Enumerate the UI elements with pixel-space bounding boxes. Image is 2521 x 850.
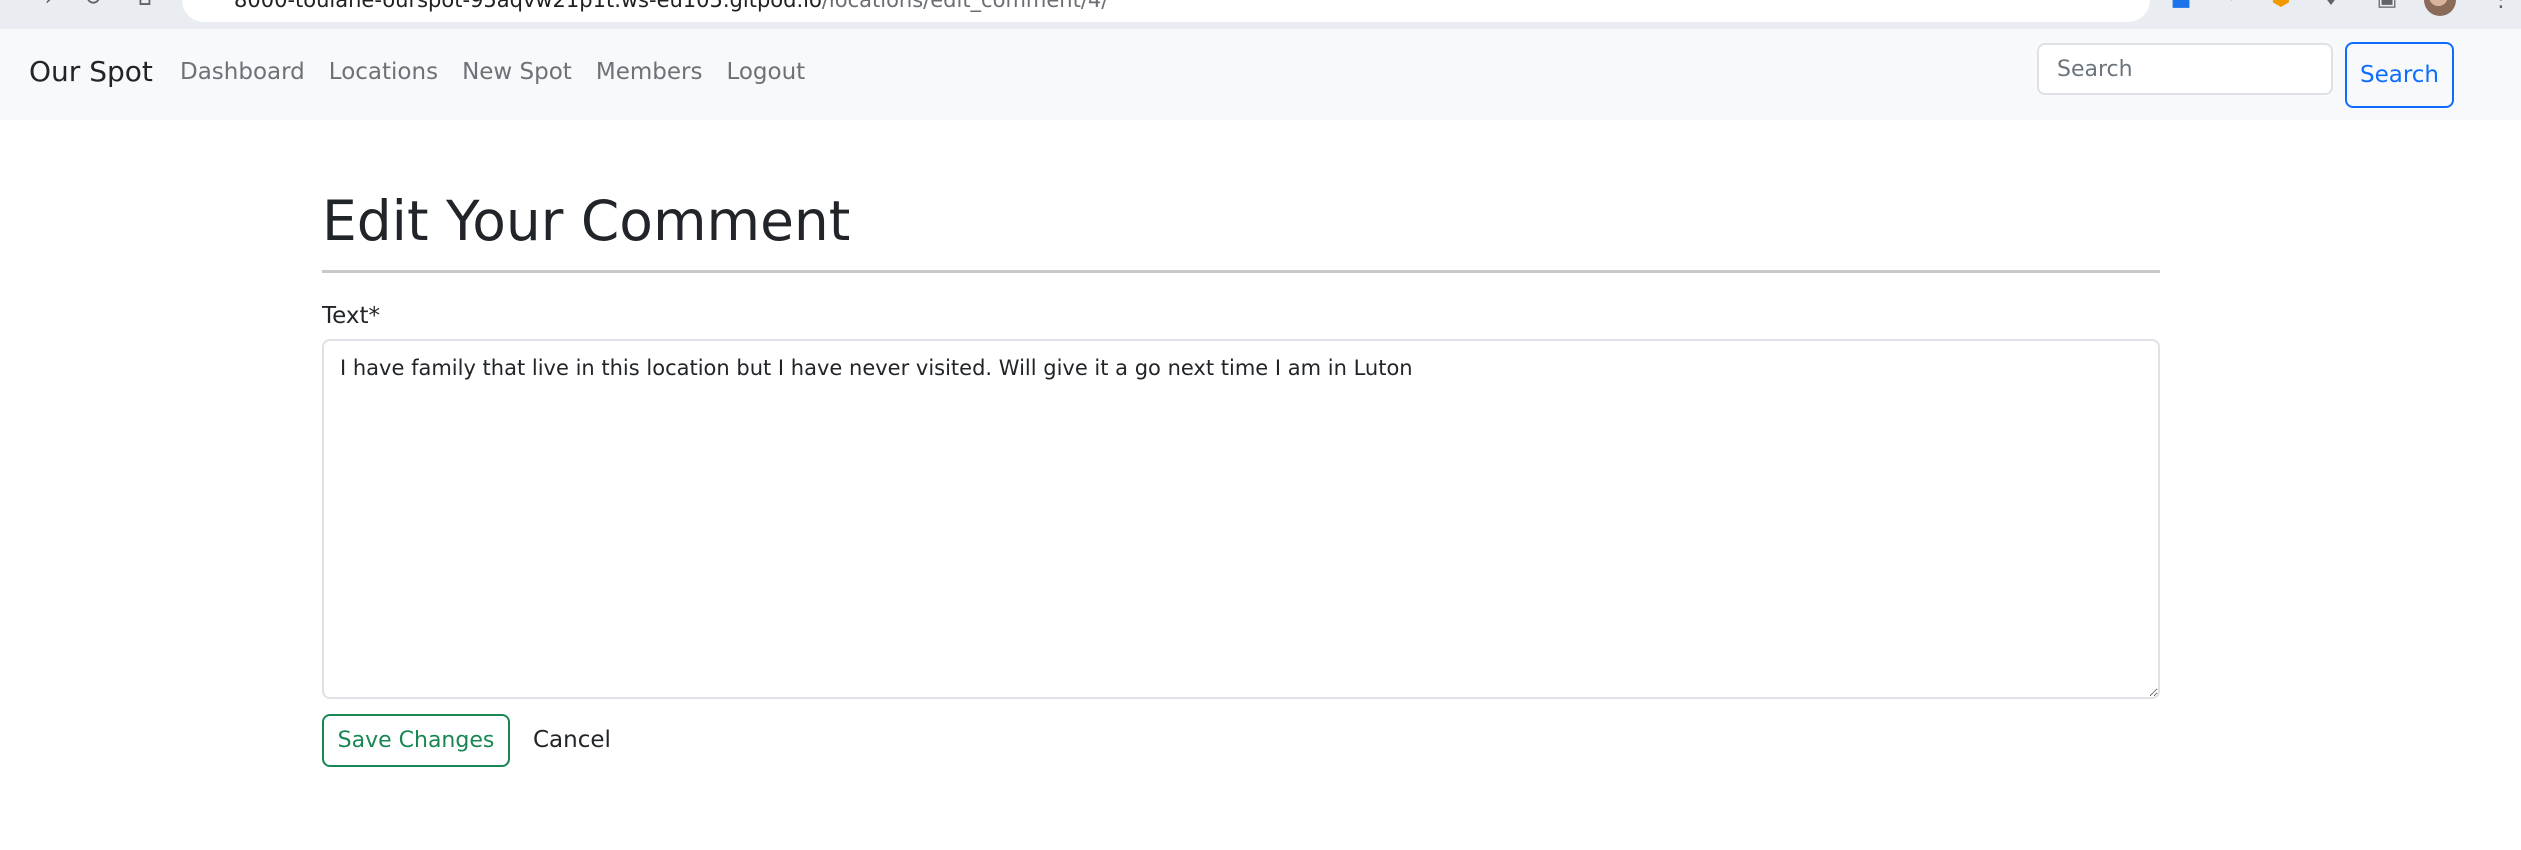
title-divider bbox=[322, 270, 2160, 273]
url-host: 8000-toulane-ourspot-95aqvw21p1t.ws-eu10… bbox=[234, 0, 822, 12]
home-icon[interactable]: ⌂ bbox=[134, 0, 156, 10]
extension-icon[interactable]: ■ bbox=[2168, 0, 2194, 12]
nav-link-logout[interactable]: Logout bbox=[714, 56, 817, 88]
nav-link-dashboard[interactable]: Dashboard bbox=[168, 56, 317, 88]
window-icon[interactable]: ▣ bbox=[2374, 0, 2400, 12]
reload-icon[interactable]: ↻ bbox=[82, 0, 104, 10]
search-input[interactable] bbox=[2037, 43, 2333, 95]
arrow-right-icon[interactable]: › bbox=[38, 0, 60, 10]
profile-avatar[interactable] bbox=[2424, 0, 2456, 16]
nav-link-locations[interactable]: Locations bbox=[317, 56, 450, 88]
search-button[interactable]: Search bbox=[2345, 42, 2454, 108]
hexagon-icon[interactable]: ⬢ bbox=[2268, 0, 2294, 12]
navbar: Our Spot Dashboard Locations New Spot Me… bbox=[0, 29, 2521, 120]
nav-link-members[interactable]: Members bbox=[584, 56, 715, 88]
comment-textarea[interactable]: I have family that live in this location… bbox=[322, 339, 2160, 699]
browser-toolbar: › ↻ ⌂ 8000-toulane-ourspot-95aqvw21p1t.w… bbox=[0, 0, 2521, 29]
nav-link-new-spot[interactable]: New Spot bbox=[450, 56, 584, 88]
address-bar[interactable]: 8000-toulane-ourspot-95aqvw21p1t.ws-eu10… bbox=[182, 0, 2150, 22]
save-changes-button[interactable]: Save Changes bbox=[322, 714, 510, 767]
pen-icon[interactable]: ✒ bbox=[2218, 0, 2244, 12]
more-options-icon[interactable]: ⋮ bbox=[2490, 0, 2512, 11]
brand-link[interactable]: Our Spot bbox=[29, 54, 153, 90]
puzzle-icon[interactable]: ♦ bbox=[2318, 0, 2344, 12]
nav-links: Dashboard Locations New Spot Members Log… bbox=[168, 56, 817, 88]
page-title: Edit Your Comment bbox=[322, 189, 851, 253]
cancel-link[interactable]: Cancel bbox=[533, 724, 611, 756]
text-field-label: Text* bbox=[322, 303, 381, 329]
url-path: /locations/edit_comment/4/ bbox=[821, 0, 1109, 12]
